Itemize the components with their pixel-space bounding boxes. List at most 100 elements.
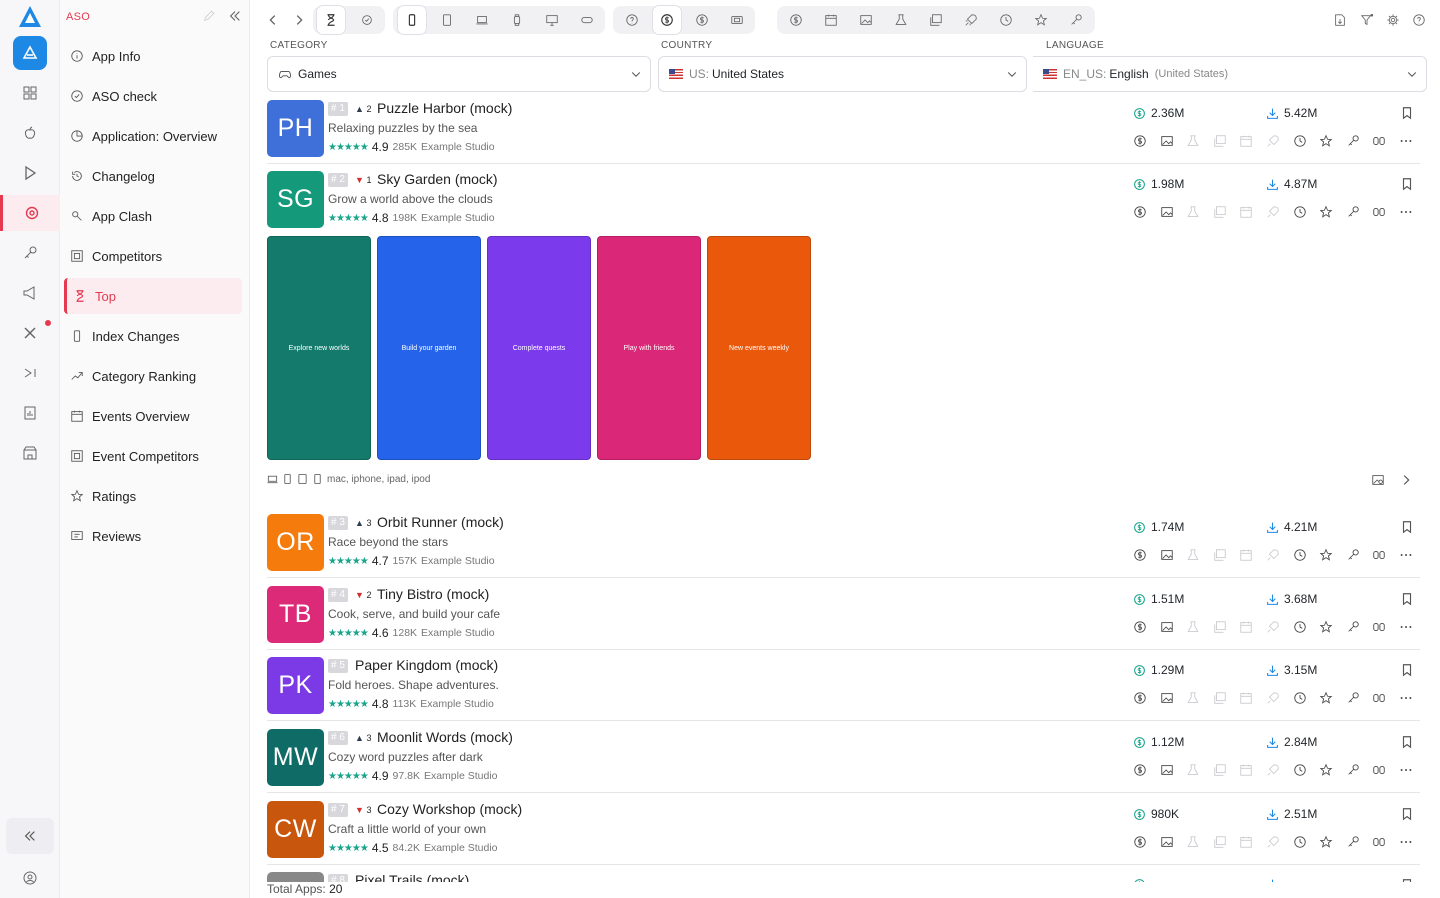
star-icon[interactable] bbox=[1319, 835, 1333, 849]
category-select[interactable]: Games bbox=[267, 56, 651, 92]
sidebar-item-competitors[interactable]: Competitors bbox=[64, 238, 242, 274]
bookmark-icon[interactable] bbox=[1400, 807, 1414, 821]
flask-icon[interactable] bbox=[1186, 134, 1200, 148]
app-name[interactable]: Orbit Runner (mock) bbox=[377, 514, 504, 530]
price-free-button[interactable] bbox=[723, 6, 751, 34]
star-icon[interactable] bbox=[1319, 691, 1333, 705]
app-name[interactable]: Puzzle Harbor (mock) bbox=[377, 100, 512, 116]
app-icon[interactable]: PH bbox=[267, 100, 324, 157]
star-icon[interactable] bbox=[1319, 134, 1333, 148]
double-chevron-left-icon[interactable] bbox=[228, 9, 242, 23]
device-vision-button[interactable] bbox=[573, 6, 601, 34]
top-view-button[interactable] bbox=[317, 6, 345, 34]
dollar-circle-icon[interactable] bbox=[1133, 134, 1147, 148]
rocket-icon[interactable] bbox=[1266, 620, 1280, 634]
clock-icon[interactable] bbox=[1293, 691, 1307, 705]
toggle-revenue-button[interactable] bbox=[782, 6, 810, 34]
key-icon[interactable] bbox=[1346, 620, 1360, 634]
compare-icon[interactable] bbox=[1372, 691, 1386, 705]
calendar-icon[interactable] bbox=[1239, 620, 1253, 634]
app-row[interactable]: TB # 4 ▼ 2 Tiny Bistro (mock) Cook, serve, a… bbox=[267, 586, 1420, 650]
gallery-icon[interactable] bbox=[1213, 691, 1227, 705]
app-icon[interactable]: SG bbox=[267, 171, 324, 228]
app-icon[interactable]: TB bbox=[267, 586, 324, 643]
compare-icon[interactable] bbox=[1372, 205, 1386, 219]
toggle-keywords-button[interactable] bbox=[1062, 6, 1090, 34]
sidebar-item-changelog[interactable]: Changelog bbox=[64, 158, 242, 194]
screenshot[interactable]: New events weekly bbox=[707, 236, 811, 460]
device-iphone-button[interactable] bbox=[398, 6, 426, 34]
clock-icon[interactable] bbox=[1293, 205, 1307, 219]
rail-marketing[interactable] bbox=[0, 275, 60, 311]
gallery-icon[interactable] bbox=[1213, 134, 1227, 148]
developer-name[interactable]: Example Studio bbox=[421, 627, 495, 639]
app-row[interactable]: SG # 2 ▼ 1 Sky Garden (mock) Grow a world ab… bbox=[267, 171, 1420, 236]
calendar-icon[interactable] bbox=[1239, 134, 1253, 148]
help-button[interactable] bbox=[1405, 6, 1433, 34]
price-all-button[interactable] bbox=[618, 6, 646, 34]
gallery-icon[interactable] bbox=[1213, 205, 1227, 219]
screenshot[interactable]: Complete quests bbox=[487, 236, 591, 460]
export-button[interactable] bbox=[1326, 6, 1354, 34]
sidebar-item-top[interactable]: Top bbox=[64, 278, 242, 314]
clock-icon[interactable] bbox=[1293, 134, 1307, 148]
toggle-history-button[interactable] bbox=[992, 6, 1020, 34]
bookmark-icon[interactable] bbox=[1400, 592, 1414, 606]
app-name[interactable]: Sky Garden (mock) bbox=[377, 171, 498, 187]
clock-icon[interactable] bbox=[1293, 835, 1307, 849]
more-icon[interactable] bbox=[1399, 205, 1413, 219]
flask-icon[interactable] bbox=[1186, 205, 1200, 219]
developer-name[interactable]: Example Studio bbox=[421, 141, 495, 153]
app-row[interactable]: # 8Pixel Trails (mock)★★★★★ bbox=[267, 872, 1420, 882]
flask-icon[interactable] bbox=[1186, 620, 1200, 634]
rocket-icon[interactable] bbox=[1266, 548, 1280, 562]
sidebar-item-app-info[interactable]: App Info bbox=[64, 38, 242, 74]
bookmark-icon[interactable] bbox=[1400, 735, 1414, 749]
flask-icon[interactable] bbox=[1186, 835, 1200, 849]
pencil-icon[interactable] bbox=[202, 9, 216, 23]
app-icon[interactable]: MW bbox=[267, 729, 324, 786]
screenshot[interactable]: Play with friends bbox=[597, 236, 701, 460]
clock-icon[interactable] bbox=[1293, 620, 1307, 634]
sidebar-item-application-overview[interactable]: Application: Overview bbox=[64, 118, 242, 154]
gallery-icon[interactable] bbox=[1213, 835, 1227, 849]
sidebar-item-ratings[interactable]: Ratings bbox=[64, 478, 242, 514]
dollar-circle-icon[interactable] bbox=[1133, 548, 1147, 562]
rocket-icon[interactable] bbox=[1266, 763, 1280, 777]
calendar-icon[interactable] bbox=[1239, 835, 1253, 849]
current-app-icon[interactable] bbox=[13, 36, 47, 70]
language-select[interactable]: EN_US: English (United States) bbox=[1033, 56, 1427, 92]
aso-logo-icon[interactable] bbox=[17, 4, 43, 30]
dollar-circle-icon[interactable] bbox=[1133, 835, 1147, 849]
key-icon[interactable] bbox=[1346, 835, 1360, 849]
app-name[interactable]: Tiny Bistro (mock) bbox=[377, 586, 489, 602]
dollar-circle-icon[interactable] bbox=[1133, 763, 1147, 777]
toggle-calendar-button[interactable] bbox=[817, 6, 845, 34]
developer-name[interactable]: Example Studio bbox=[421, 212, 495, 224]
sidebar-item-app-clash[interactable]: App Clash bbox=[64, 198, 242, 234]
app-row[interactable]: MW # 6 ▲ 3 Moonlit Words (mock) Cozy word pu… bbox=[267, 729, 1420, 793]
rail-apple[interactable] bbox=[0, 115, 60, 151]
filter-button[interactable] bbox=[1353, 6, 1381, 34]
app-name[interactable]: Cozy Workshop (mock) bbox=[377, 801, 522, 817]
compare-icon[interactable] bbox=[1372, 134, 1386, 148]
bookmark-icon[interactable] bbox=[1400, 106, 1414, 120]
collapse-rail-button[interactable] bbox=[6, 818, 54, 854]
rail-compare[interactable] bbox=[0, 355, 60, 391]
calendar-icon[interactable] bbox=[1239, 548, 1253, 562]
key-icon[interactable] bbox=[1346, 205, 1360, 219]
image-icon[interactable] bbox=[1160, 620, 1174, 634]
device-watch-button[interactable] bbox=[503, 6, 531, 34]
developer-name[interactable]: Example Studio bbox=[424, 842, 498, 854]
price-grossing-button[interactable] bbox=[653, 6, 681, 34]
app-row[interactable]: PH # 1 ▲ 2 Puzzle Harbor (mock) Relaxing puz… bbox=[267, 100, 1420, 164]
developer-name[interactable]: Example Studio bbox=[424, 770, 498, 782]
rocket-icon[interactable] bbox=[1266, 205, 1280, 219]
app-name[interactable]: Moonlit Words (mock) bbox=[377, 729, 513, 745]
app-icon[interactable] bbox=[267, 872, 324, 882]
key-icon[interactable] bbox=[1346, 763, 1360, 777]
country-select[interactable]: US: United States bbox=[658, 56, 1027, 92]
star-icon[interactable] bbox=[1319, 763, 1333, 777]
more-icon[interactable] bbox=[1399, 134, 1413, 148]
gallery-icon[interactable] bbox=[1213, 548, 1227, 562]
